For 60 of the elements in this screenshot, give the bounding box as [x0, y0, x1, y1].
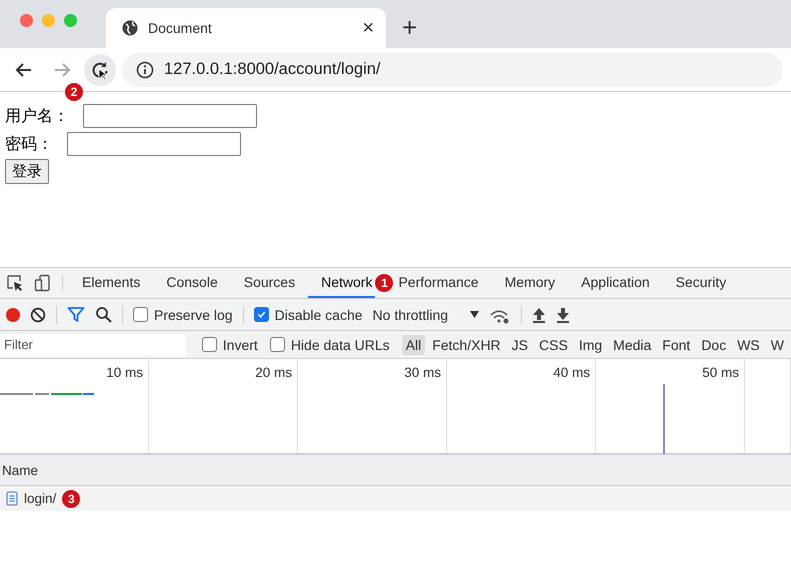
clear-icon[interactable]	[30, 306, 46, 322]
address-bar[interactable]: 127.0.0.1:8000/account/login/	[122, 52, 783, 86]
input-field[interactable]	[83, 104, 257, 128]
url-text: 127.0.0.1:8000/account/login/	[164, 60, 381, 79]
step-badge: 1	[375, 274, 394, 292]
time-tick-label: 10 ms	[106, 365, 143, 380]
globe-icon	[122, 20, 138, 36]
resource-type-filter[interactable]: Media	[609, 334, 656, 354]
time-tick-label: 20 ms	[255, 365, 292, 380]
throttling-dropdown[interactable]: No throttling	[372, 306, 480, 322]
reload-icon	[90, 60, 110, 80]
caret-icon	[470, 311, 480, 318]
time-tick-label: 30 ms	[404, 365, 441, 380]
reload-button[interactable]	[84, 54, 116, 86]
resource-type-filter[interactable]: Doc	[697, 334, 730, 354]
new-tab-button[interactable]: +	[402, 14, 418, 40]
download-icon[interactable]	[556, 306, 570, 322]
load-event-line	[663, 384, 665, 454]
checkbox[interactable]: Disable cache	[254, 306, 363, 322]
time-tick-label: 50 ms	[702, 365, 739, 380]
time-tick-label: 40 ms	[553, 365, 590, 380]
resource-type-filter[interactable]: WS	[733, 334, 764, 354]
resource-type-filter[interactable]: Font	[658, 334, 694, 354]
field-label: 用户名：	[5, 106, 69, 126]
devtools-tab[interactable]: Sources	[230, 268, 308, 298]
inspect-icon[interactable]	[6, 274, 24, 292]
devtools-tab[interactable]: Application	[568, 268, 663, 298]
step-badge: 3	[62, 490, 80, 508]
devtools-tab[interactable]: Security	[662, 268, 740, 298]
login-button[interactable]: 登录	[5, 159, 49, 184]
devtools-tab[interactable]: Performance	[393, 268, 492, 298]
tab-title: Document	[148, 20, 213, 36]
resource-type-filter[interactable]: All	[402, 334, 426, 354]
input-field[interactable]	[67, 132, 241, 156]
devtools-tab[interactable]: Memory	[492, 268, 568, 298]
resource-type-filter[interactable]: Fetch/XHR	[428, 334, 505, 354]
resource-type-filter[interactable]: W	[766, 334, 788, 354]
resource-type-filter[interactable]: JS	[508, 334, 532, 354]
device-toolbar-icon[interactable]	[34, 274, 52, 292]
resource-type-filter[interactable]: Img	[574, 334, 606, 354]
record-button[interactable]	[6, 308, 20, 322]
devtools-tab[interactable]: Elements	[69, 268, 154, 298]
checkbox[interactable]: Invert	[202, 336, 258, 352]
info-icon	[136, 60, 154, 78]
document-icon	[6, 491, 18, 506]
resource-type-filter[interactable]: CSS	[535, 334, 572, 354]
checkbox[interactable]: Hide data URLs	[270, 336, 390, 352]
close-tab-button[interactable]: ×	[362, 18, 374, 38]
search-icon[interactable]	[95, 306, 112, 323]
column-header: Name	[2, 462, 38, 478]
field-label: 密码：	[5, 134, 53, 154]
step-badge: 2	[65, 83, 83, 101]
upload-icon[interactable]	[532, 306, 546, 322]
request-name[interactable]: login/	[24, 491, 56, 506]
checkmark-icon	[256, 309, 267, 320]
devtools-tab[interactable]: Console	[153, 268, 231, 298]
browser-tab[interactable]: Document ×	[106, 8, 386, 48]
filter-input[interactable]: Filter	[0, 334, 186, 356]
filter-icon[interactable]	[67, 306, 85, 324]
checkbox[interactable]: Preserve log	[133, 306, 233, 322]
